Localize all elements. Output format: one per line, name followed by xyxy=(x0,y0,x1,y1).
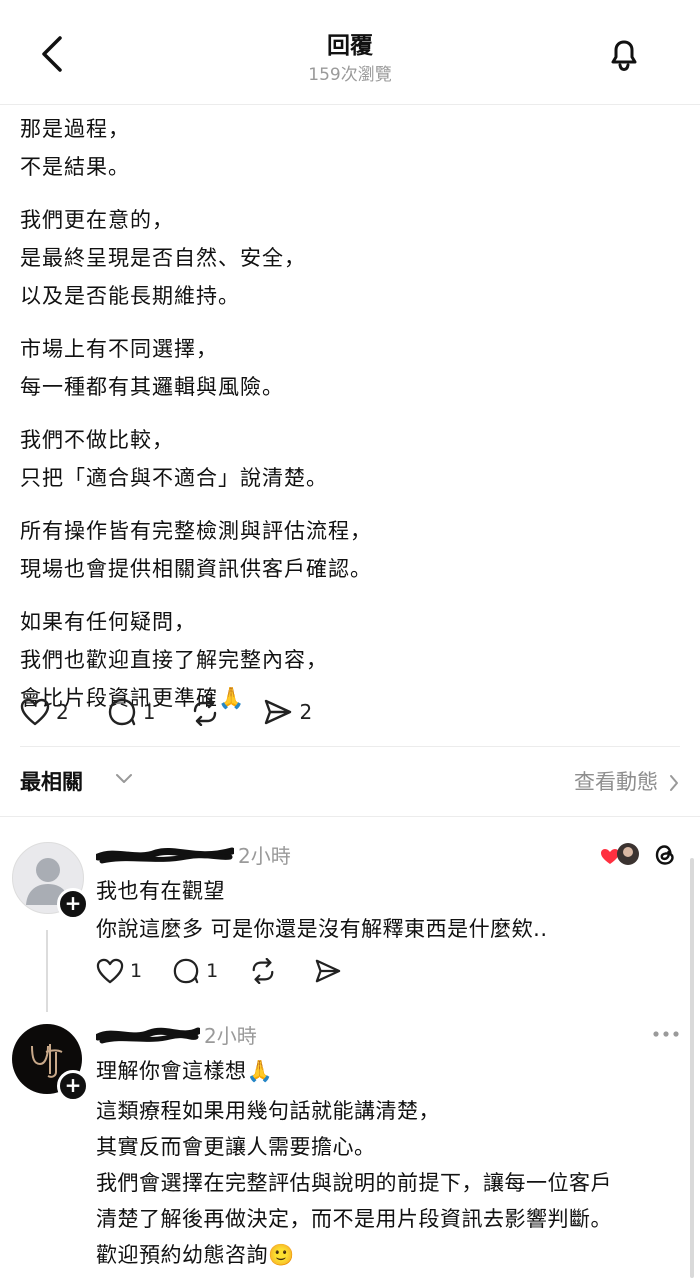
follow-plus-button[interactable]: + xyxy=(57,1070,89,1102)
divider xyxy=(0,816,700,817)
post-line: 那是過程， xyxy=(20,117,130,141)
comment-time: 2小時 xyxy=(238,844,291,868)
reply-button[interactable]: 1 xyxy=(107,698,156,726)
follow-plus-button[interactable]: + xyxy=(57,888,89,920)
send-icon xyxy=(265,699,292,725)
redacted-username-scribble xyxy=(96,1027,200,1043)
scrollbar[interactable] xyxy=(690,858,694,1278)
share-button[interactable]: 2 xyxy=(263,698,312,726)
post-line: 市場上有不同選擇， xyxy=(20,337,218,361)
post-paragraph: 市場上有不同選擇， 每一種都有其邏輯與風險。 xyxy=(20,330,680,406)
chevron-down-icon[interactable] xyxy=(114,772,134,786)
post-line: 以及是否能長期維持。 xyxy=(20,284,240,308)
like-button[interactable]: 2 xyxy=(20,698,69,726)
post-line: 我們也歡迎直接了解完整內容， xyxy=(20,648,328,672)
post-line: 只把「適合與不適合」說清楚。 xyxy=(20,466,328,490)
share-button[interactable] xyxy=(314,958,348,984)
comment-item: + 2小時 我也有在觀望 你說這麼多 可是你還是沒有解釋東西是什麼欸.. 1 1 xyxy=(0,830,700,1012)
post-line: 我們不做比較， xyxy=(20,428,174,452)
comment-item: + 2小時 理解你會這樣想🙏 這類療程如果用幾句話就能講清楚， 其實反而會更讓人… xyxy=(0,1012,700,1280)
post-paragraph: 那是過程， 不是結果。 xyxy=(20,110,680,186)
reply-count: 1 xyxy=(206,960,219,982)
comment-text: 理解你會這樣想🙏 xyxy=(96,1059,274,1083)
post-line: 現場也會提供相關資訊供客戶確認。 xyxy=(20,557,372,581)
view-count: 159次瀏覽 xyxy=(308,65,392,85)
reply-button[interactable]: 1 xyxy=(172,958,218,984)
post-line: 所有操作皆有完整檢測與評估流程， xyxy=(20,519,372,543)
post-line: 不是結果。 xyxy=(20,155,130,179)
sort-bar: 最相關 查看動態 xyxy=(20,760,680,804)
reply-count: 1 xyxy=(142,700,156,724)
post-paragraph: 我們更在意的， 是最終呈現是否自然、安全， 以及是否能長期維持。 xyxy=(20,201,680,315)
post-line: 如果有任何疑問， xyxy=(20,610,196,634)
thread-line xyxy=(46,930,48,1012)
post-line: 我們更在意的， xyxy=(20,208,174,232)
threads-logo-icon[interactable] xyxy=(652,842,678,868)
repost-button[interactable] xyxy=(189,698,227,726)
liked-by-author-icon xyxy=(601,843,639,865)
heart-icon xyxy=(96,958,124,984)
comment-icon xyxy=(108,698,135,726)
bell-icon[interactable] xyxy=(604,34,644,74)
like-button[interactable]: 1 xyxy=(96,958,142,984)
comment-text: 我們會選擇在完整評估與說明的前提下，讓每一位客戶 xyxy=(96,1171,612,1195)
repost-icon xyxy=(194,698,217,726)
comment-header: 2小時 xyxy=(96,1020,257,1048)
repost-icon xyxy=(252,958,274,984)
divider xyxy=(20,746,680,747)
redacted-username-scribble xyxy=(96,847,234,863)
comment-header: 2小時 xyxy=(96,840,291,868)
comment-text: 我也有在觀望 xyxy=(96,879,225,903)
post-body: 那是過程， 不是結果。 我們更在意的， 是最終呈現是否自然、安全， 以及是否能長… xyxy=(20,110,680,732)
post-line: 每一種都有其邏輯與風險。 xyxy=(20,375,284,399)
comment-text: 歡迎預約幼態咨詢🙂 xyxy=(96,1243,295,1267)
comment-icon xyxy=(173,958,199,984)
sort-dropdown[interactable]: 最相關 xyxy=(20,766,83,796)
comment-text: 你說這麼多 可是你還是沒有解釋東西是什麼欸.. xyxy=(96,917,548,941)
view-activity-link[interactable]: 查看動態 xyxy=(574,766,680,796)
post-line: 是最終呈現是否自然、安全， xyxy=(20,246,306,270)
like-count: 2 xyxy=(56,700,69,724)
comment-text: 其實反而會更讓人需要擔心。 xyxy=(96,1135,376,1159)
comment-time: 2小時 xyxy=(204,1024,257,1048)
send-icon xyxy=(315,959,341,983)
share-count: 2 xyxy=(299,700,313,724)
like-count: 1 xyxy=(130,960,143,982)
comment-text: 這類療程如果用幾句話就能講清楚， xyxy=(96,1099,440,1123)
comment-actions: 1 1 xyxy=(96,958,378,984)
chevron-right-icon xyxy=(670,775,678,791)
view-activity-label: 查看動態 xyxy=(574,770,658,794)
post-actions: 2 1 2 xyxy=(20,692,340,732)
heart-icon xyxy=(20,698,50,726)
page-title: 回覆 xyxy=(327,33,373,59)
repost-button[interactable] xyxy=(248,958,284,984)
top-bar: 回覆 159次瀏覽 xyxy=(0,0,700,105)
post-paragraph: 所有操作皆有完整檢測與評估流程， 現場也會提供相關資訊供客戶確認。 xyxy=(20,512,680,588)
comment-text: 清楚了解後再做決定，而不是用片段資訊去影響判斷。 xyxy=(96,1207,612,1231)
post-paragraph: 我們不做比較， 只把「適合與不適合」說清楚。 xyxy=(20,421,680,497)
more-icon[interactable] xyxy=(652,1030,680,1038)
